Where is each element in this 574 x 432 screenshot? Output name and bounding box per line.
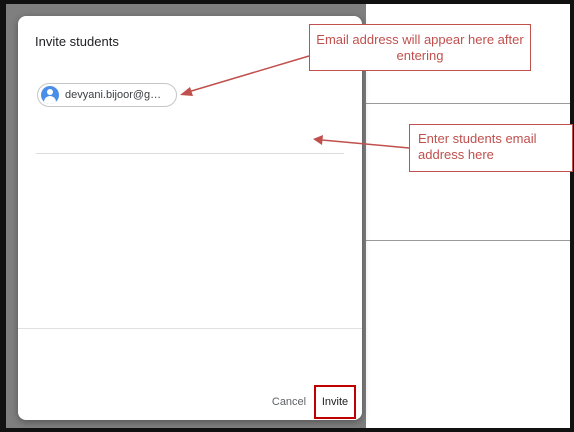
chip-email-text: devyani.bijoor@g… [65,89,162,101]
invite-students-dialog: Invite students devyani.bijoor@g… Cancel… [18,16,362,420]
student-email-chip[interactable]: devyani.bijoor@g… [37,83,177,107]
person-avatar-icon [41,86,59,104]
cancel-button[interactable]: Cancel [264,390,314,414]
dialog-title: Invite students [35,34,119,49]
email-input-field[interactable] [36,153,344,154]
callout-enter-email: Enter students email address here [409,124,573,172]
invite-button[interactable]: Invite [317,390,353,414]
callout-email-appear: Email address will appear here after ent… [309,24,531,71]
background-divider [366,240,570,241]
dialog-footer-divider [18,328,362,329]
screenshot-border-right [570,0,574,432]
screenshot-border-bottom [0,428,574,432]
background-divider [366,103,570,104]
